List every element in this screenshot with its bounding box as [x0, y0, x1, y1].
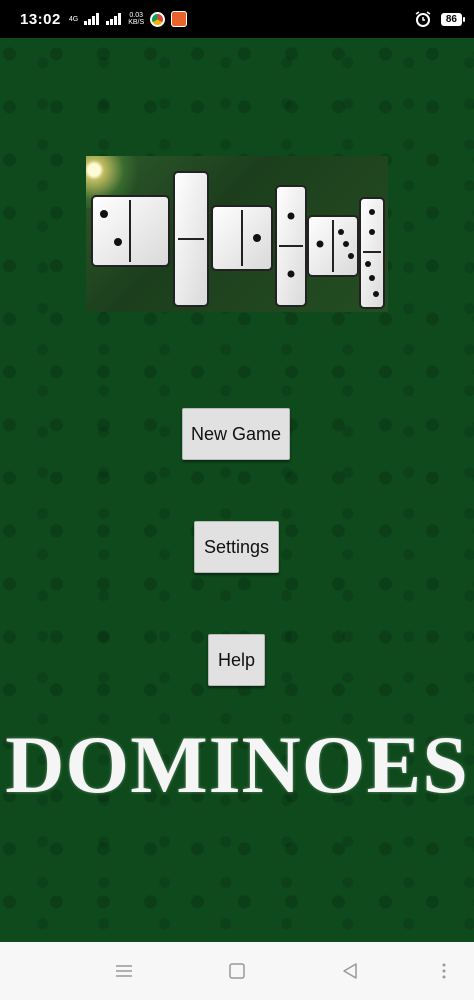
navigation-bar — [0, 942, 474, 1000]
signal-icon-2 — [106, 13, 122, 25]
status-icons: 4G 0.03 KB/S — [68, 11, 188, 27]
alarm-icon — [415, 11, 431, 27]
home-icon — [229, 963, 245, 979]
domino-tile — [307, 215, 359, 277]
domino-tile — [173, 171, 209, 307]
domino-tile — [359, 197, 385, 309]
more-icon — [442, 963, 446, 979]
chrome-icon — [150, 11, 166, 27]
menu-button[interactable] — [112, 959, 136, 983]
status-bar: 13:02 4G 0.03 KB/S 86 — [0, 0, 474, 38]
domino-tile — [91, 195, 170, 267]
game-title: DOMINOES — [5, 719, 469, 810]
new-game-button[interactable]: New Game — [182, 408, 290, 460]
settings-button[interactable]: Settings — [194, 521, 279, 573]
back-button[interactable] — [338, 959, 362, 983]
data-speed-value: 0.03 — [129, 12, 143, 19]
data-speed-unit: KB/S — [128, 19, 145, 26]
domino-tile — [211, 205, 273, 271]
dominoes-banner-image — [86, 156, 388, 312]
domino-tiles-graphic — [91, 171, 385, 309]
app-notification-icon — [171, 11, 188, 27]
battery-indicator: 86 — [440, 12, 466, 26]
signal-icon — [84, 13, 100, 25]
help-button[interactable]: Help — [208, 634, 265, 686]
more-options-button[interactable] — [432, 959, 456, 983]
domino-tile — [275, 185, 307, 307]
status-right: 86 — [415, 11, 466, 27]
back-icon — [343, 963, 357, 979]
data-speed: 0.03 KB/S — [128, 12, 144, 26]
network-type-label: 4G — [68, 15, 79, 23]
status-time: 13:02 — [20, 10, 61, 28]
app-screen: New Game Settings Help DOMINOES — [0, 38, 474, 942]
menu-icon — [116, 965, 132, 977]
home-button[interactable] — [225, 959, 249, 983]
